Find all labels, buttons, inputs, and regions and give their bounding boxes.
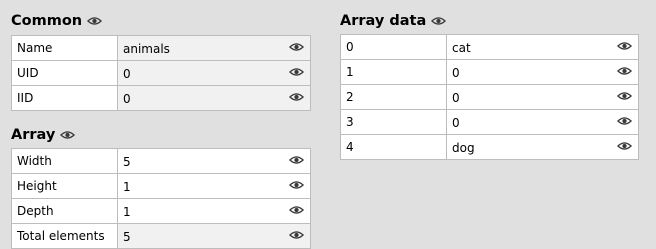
property-label: Depth [11, 198, 118, 224]
property-label: Width [11, 148, 118, 174]
table-row: Height 1 [11, 173, 311, 199]
property-value[interactable]: 1 [117, 173, 311, 199]
table-row: Depth 1 [11, 198, 311, 224]
common-title-label: Common [11, 13, 83, 29]
table-row: 3 0 [340, 109, 639, 135]
common-section-title: Common [11, 12, 103, 30]
element-value[interactable]: 0 [446, 84, 639, 110]
eye-icon[interactable] [617, 141, 632, 151]
eye-icon[interactable] [289, 205, 304, 215]
eye-icon[interactable] [617, 66, 632, 76]
array-data-title-label: Array data [340, 13, 427, 29]
property-value: 0 [117, 85, 311, 111]
array-data-table: 0 cat 1 0 2 0 3 0 4 dog [340, 34, 639, 160]
eye-icon[interactable] [289, 180, 304, 190]
eye-icon[interactable] [289, 42, 304, 52]
element-value[interactable]: cat [446, 34, 639, 60]
element-index: 4 [340, 134, 447, 160]
element-value[interactable]: 0 [446, 109, 639, 135]
element-index: 2 [340, 84, 447, 110]
eye-icon[interactable] [60, 130, 76, 140]
element-index: 3 [340, 109, 447, 135]
element-index: 1 [340, 59, 447, 85]
eye-icon[interactable] [289, 155, 304, 165]
element-value[interactable]: 0 [446, 59, 639, 85]
eye-icon[interactable] [431, 16, 447, 26]
table-row: 4 dog [340, 134, 639, 160]
property-value: 0 [117, 60, 311, 86]
property-label: Total elements [11, 223, 118, 249]
eye-icon[interactable] [87, 16, 103, 26]
property-label: IID [11, 85, 118, 111]
property-value: animals [117, 35, 311, 61]
property-value[interactable]: 1 [117, 198, 311, 224]
property-label: Name [11, 35, 118, 61]
property-value[interactable]: 5 [117, 148, 311, 174]
eye-icon[interactable] [289, 67, 304, 77]
common-property-table: Name animals UID 0 IID 0 [11, 35, 311, 111]
array-property-table: Width 5 Height 1 Depth 1 Total elements … [11, 148, 311, 249]
table-row: IID 0 [11, 85, 311, 111]
table-row: Total elements 5 [11, 223, 311, 249]
table-row: Name animals [11, 35, 311, 61]
table-row: Width 5 [11, 148, 311, 174]
eye-icon[interactable] [289, 230, 304, 240]
element-value[interactable]: dog [446, 134, 639, 160]
eye-icon[interactable] [289, 92, 304, 102]
property-value: 5 [117, 223, 311, 249]
array-section-title: Array [11, 126, 76, 144]
array-data-section-title: Array data [340, 12, 447, 30]
table-row: 1 0 [340, 59, 639, 85]
eye-icon[interactable] [617, 116, 632, 126]
eye-icon[interactable] [617, 91, 632, 101]
table-row: 0 cat [340, 34, 639, 60]
eye-icon[interactable] [617, 41, 632, 51]
property-label: Height [11, 173, 118, 199]
property-label: UID [11, 60, 118, 86]
array-title-label: Array [11, 127, 56, 143]
table-row: 2 0 [340, 84, 639, 110]
element-index: 0 [340, 34, 447, 60]
table-row: UID 0 [11, 60, 311, 86]
